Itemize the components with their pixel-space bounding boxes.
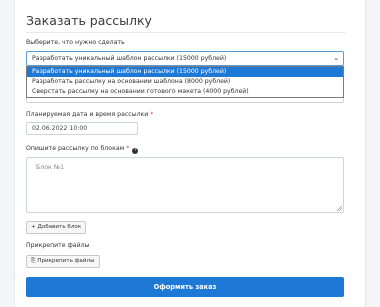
service-option[interactable]: Сверстать рассылку на основании готового…	[27, 87, 343, 97]
service-select[interactable]: Разработать уникальный шаблон рассылки (…	[26, 51, 344, 66]
page-title: Заказать рассылку	[26, 13, 152, 28]
chevron-down-icon: ⌄	[333, 54, 339, 62]
required-mark: *	[126, 145, 130, 152]
help-icon[interactable]: ?	[132, 148, 139, 154]
add-block-button[interactable]: + Добавить блок	[26, 221, 87, 234]
description-textarea[interactable]: Блок №1	[26, 157, 344, 213]
description-label-text: Опишите рассылку по блокам	[26, 145, 125, 152]
date-label-text: Планируемая дата и время рассылки	[26, 111, 149, 118]
service-select-value: Разработать уникальный шаблон рассылки (…	[32, 55, 227, 62]
description-label: Опишите рассылку по блокам * ?	[26, 145, 139, 154]
date-input[interactable]: 02.06.2022 10:00	[26, 122, 138, 135]
date-label: Планируемая дата и время рассылки *	[26, 111, 153, 118]
attach-label: Прикрепите файлы	[26, 242, 90, 249]
resize-handle-icon[interactable]	[337, 206, 342, 211]
service-option[interactable]: Разработать уникальный шаблон рассылки (…	[27, 67, 343, 77]
service-option[interactable]: Разработать рассылку на основании шаблон…	[27, 77, 343, 87]
required-mark: *	[150, 111, 154, 118]
divider	[26, 32, 346, 33]
attach-files-button[interactable]: ⎘ Прикрепить файлы	[26, 255, 100, 268]
submit-order-button[interactable]: Оформить заказ	[26, 277, 344, 297]
description-placeholder: Блок №1	[36, 164, 65, 171]
service-label: Выберите, что нужно сделать	[26, 39, 125, 46]
service-dropdown[interactable]: Разработать уникальный шаблон рассылки (…	[26, 66, 344, 98]
attach-files-label: Прикрепить файлы	[37, 258, 95, 264]
